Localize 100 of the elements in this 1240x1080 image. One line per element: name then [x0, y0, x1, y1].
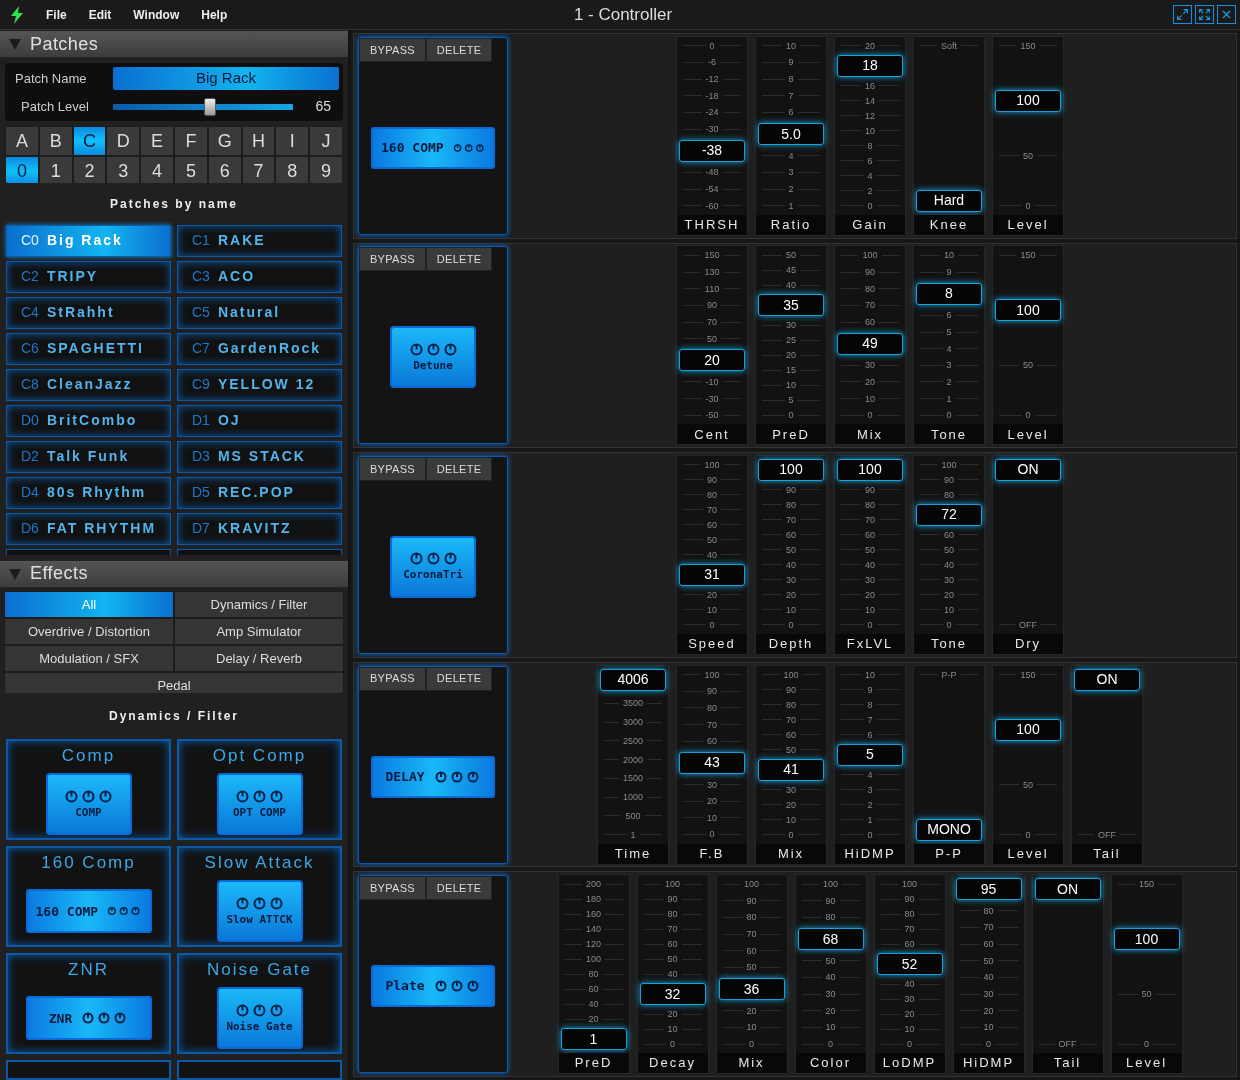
parameter-slider[interactable]: 150 100 50 0 Level	[992, 664, 1064, 865]
effect-card[interactable]: Noise Gate Noise Gate	[177, 953, 342, 1054]
value-slider-thumb[interactable]: 100	[995, 299, 1061, 322]
bank-button[interactable]: 6	[207, 156, 242, 183]
parameter-slider[interactable]: 100 90 80 70 60 50 40 31 20 10 0 Speed	[676, 455, 748, 655]
parameter-slider[interactable]: 4006 3500 3000 2500 2000 1500 1000 500 1 Time	[597, 664, 669, 865]
category-tab[interactable]: Pedal	[4, 671, 344, 693]
parameter-slider[interactable]: ON OFF Tail	[1031, 874, 1104, 1075]
bank-button[interactable]: D	[106, 126, 141, 156]
effect-action-button[interactable]: DELETE	[425, 666, 493, 691]
value-slider-thumb[interactable]: 32	[639, 983, 706, 1006]
value-slider-thumb[interactable]: ON	[995, 459, 1061, 481]
patch-button[interactable]: C2 TRIPY	[6, 260, 171, 293]
bank-button[interactable]: J	[309, 126, 343, 156]
bank-button[interactable]: 5	[174, 156, 208, 183]
bank-button[interactable]: E	[140, 126, 174, 156]
value-slider-thumb[interactable]: 68	[797, 928, 864, 951]
value-slider-thumb[interactable]: 52	[876, 953, 943, 976]
parameter-slider[interactable]: 150 100 50 0 Level	[992, 245, 1064, 446]
value-slider-thumb[interactable]: 5.0	[758, 123, 824, 146]
patch-button[interactable]: D6 FAT RHYTHM	[6, 512, 171, 545]
section-header[interactable]: Patches	[0, 30, 348, 58]
section-header[interactable]: Effects	[0, 559, 348, 588]
parameter-slider[interactable]: 95 80 70 60 50 40 30 20 10 0 HiDMP	[952, 874, 1025, 1075]
effect-card[interactable]: Slow Attack Slow ATTCK	[177, 846, 342, 947]
parameter-slider[interactable]: 150 100 50 0 Level	[992, 35, 1064, 236]
patch-button[interactable]: C7 GardenRock	[177, 332, 342, 365]
patch-button[interactable]: C0 Big Rack	[6, 224, 171, 257]
value-slider-thumb[interactable]: 36	[718, 978, 785, 1001]
patch-name-field[interactable]: Big Rack	[113, 67, 339, 90]
effect-action-button[interactable]: BYPASS	[359, 876, 426, 901]
parameter-slider[interactable]: 100 90 80 70 60 52 40 30 20 10 0 LoDMP	[873, 874, 946, 1075]
effect-card[interactable]	[6, 1060, 171, 1080]
value-slider-thumb[interactable]: ON	[1034, 878, 1101, 901]
value-slider-thumb[interactable]: 41	[758, 758, 824, 781]
bank-button[interactable]: 7	[241, 156, 276, 183]
bank-button[interactable]: 8	[275, 156, 310, 183]
slider-thumb[interactable]	[204, 97, 217, 116]
parameter-slider[interactable]: 100 90 80 72 60 50 40 30 20 10 0 Tone	[913, 455, 985, 655]
effect-card[interactable]: Opt Comp OPT COMP	[177, 739, 342, 840]
effect-action-button[interactable]: DELETE	[425, 247, 493, 272]
parameter-slider[interactable]: 10 9 8 7 6 5.0 4 3 2 1 Ratio	[755, 35, 827, 236]
parameter-slider[interactable]: 10 9 8 7 6 5 4 3 2 1 0 HiDMP	[834, 664, 906, 865]
parameter-slider[interactable]: 0 -6 -12 -18 -24 -30 -38 -48 -54 -60 THRSH	[676, 35, 748, 236]
patch-button[interactable]: C5 Natural	[177, 296, 342, 329]
value-slider-thumb[interactable]: 100	[1113, 928, 1180, 951]
bank-button[interactable]: 4	[140, 156, 174, 183]
bank-button[interactable]: 3	[106, 156, 141, 183]
effect-card[interactable]	[177, 1060, 342, 1080]
patch-button[interactable]: C8 CleanJazz	[6, 368, 171, 401]
parameter-slider[interactable]: ON OFF Tail	[1071, 664, 1143, 865]
menu-item[interactable]: Edit	[88, 5, 112, 24]
value-slider-thumb[interactable]: 18	[837, 54, 903, 77]
restore-window-icon[interactable]	[1173, 5, 1192, 24]
value-slider-thumb[interactable]: 49	[837, 332, 903, 355]
parameter-slider[interactable]: 100 90 80 70 60 50 41 30 20 10 0 Mix	[755, 664, 827, 865]
parameter-slider[interactable]: 100 90 80 70 60 50 36 20 10 0 Mix	[715, 874, 788, 1075]
value-slider-thumb[interactable]: 31	[679, 564, 745, 586]
bank-button[interactable]: H	[241, 126, 276, 156]
patch-button[interactable]	[6, 548, 171, 555]
bank-button[interactable]: 9	[309, 156, 343, 183]
patch-button[interactable]: C3 ACO	[177, 260, 342, 293]
effect-action-button[interactable]: BYPASS	[359, 37, 426, 62]
parameter-slider[interactable]: 100 90 80 68 50 40 30 20 10 0 Color	[794, 874, 867, 1075]
close-icon[interactable]	[1217, 5, 1236, 24]
value-slider-thumb[interactable]: 100	[837, 459, 903, 481]
parameter-slider[interactable]: Soft Hard Knee	[913, 35, 985, 236]
collapse-triangle-icon[interactable]	[8, 566, 22, 581]
patch-button[interactable]: D2 Talk Funk	[6, 440, 171, 473]
category-tab[interactable]: Dynamics / Filter	[174, 590, 344, 618]
menu-item[interactable]: File	[46, 5, 67, 24]
parameter-slider[interactable]: 10 9 8 6 5 4 3 2 1 0 Tone	[913, 245, 985, 446]
menu-item[interactable]: Window	[133, 5, 180, 24]
parameter-slider[interactable]: 100 90 80 70 60 50 40 30 20 10 0 FxLVL	[834, 455, 906, 655]
menu-item[interactable]: Help	[201, 5, 228, 24]
value-slider-thumb[interactable]: 100	[758, 459, 824, 481]
value-slider-thumb[interactable]: 8	[916, 282, 982, 305]
effect-action-button[interactable]: DELETE	[425, 37, 493, 62]
value-slider-thumb[interactable]: 20	[679, 349, 745, 372]
effect-card[interactable]: ZNR ZNR	[6, 953, 171, 1054]
parameter-slider[interactable]: 200 180 160 140 120 100 80 60 40 20 1 PreD	[557, 874, 630, 1075]
category-tab[interactable]: Overdrive / Distortion	[4, 617, 174, 645]
parameter-slider[interactable]: P-P MONO P-P	[913, 664, 985, 865]
patch-button[interactable]: C9 YELLOW 12	[177, 368, 342, 401]
patch-button[interactable]: D0 BritCombo	[6, 404, 171, 437]
value-slider-thumb[interactable]: -38	[679, 139, 745, 162]
value-slider-thumb[interactable]: 1	[560, 1028, 627, 1051]
category-tab[interactable]: Modulation / SFX	[4, 644, 174, 672]
value-slider-thumb[interactable]: 5	[837, 743, 903, 766]
value-slider-thumb[interactable]: Hard	[916, 189, 982, 212]
parameter-slider[interactable]: 20 18 16 14 12 10 8 6 4 2 0 Gain	[834, 35, 906, 236]
patch-button[interactable]: D7 KRAVITZ	[177, 512, 342, 545]
bank-button[interactable]: G	[207, 126, 242, 156]
bank-button[interactable]: 1	[38, 156, 73, 183]
value-slider-thumb[interactable]: 100	[995, 718, 1061, 741]
value-slider-thumb[interactable]: 35	[758, 294, 824, 317]
value-slider-thumb[interactable]: ON	[1074, 668, 1140, 691]
value-slider-thumb[interactable]: 43	[679, 751, 745, 774]
value-slider-thumb[interactable]: 100	[995, 89, 1061, 112]
effect-action-button[interactable]: DELETE	[425, 876, 493, 901]
